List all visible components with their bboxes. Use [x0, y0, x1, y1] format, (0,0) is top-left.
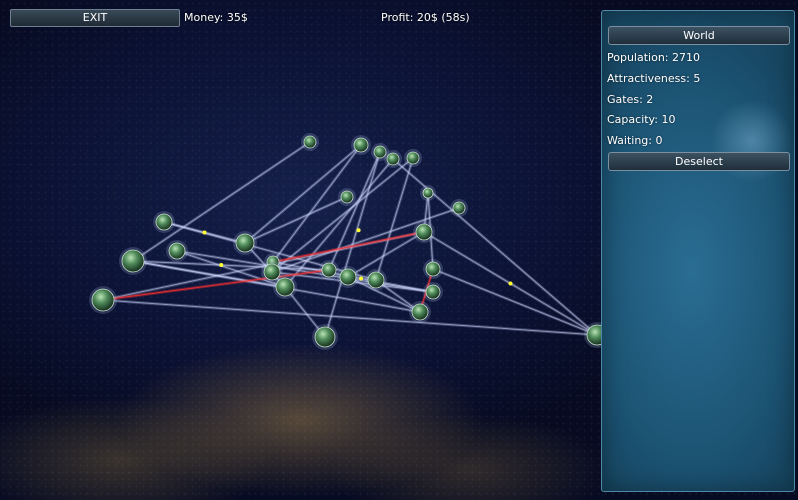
- gates-stat: Gates: 2: [607, 93, 654, 106]
- planet-node[interactable]: [153, 211, 175, 233]
- exit-button[interactable]: EXIT: [10, 9, 180, 27]
- planet-node[interactable]: [89, 286, 117, 314]
- deselect-button[interactable]: Deselect: [608, 152, 790, 171]
- planet-node[interactable]: [233, 231, 257, 255]
- cargo-ship: [219, 263, 224, 268]
- waiting-stat: Waiting: 0: [607, 134, 663, 147]
- planet-node[interactable]: [420, 185, 436, 201]
- cargo-ship: [508, 281, 513, 286]
- planet-node[interactable]: [338, 188, 356, 206]
- profit-display: Profit: 20$ (58s): [381, 11, 470, 24]
- planet-node[interactable]: [301, 133, 319, 151]
- route-line: [375, 157, 414, 281]
- money-display: Money: 35$: [184, 11, 248, 24]
- planet-node[interactable]: [413, 221, 435, 243]
- population-stat: Population: 2710: [607, 51, 700, 64]
- route-line: [244, 196, 348, 244]
- planet-node[interactable]: [319, 260, 339, 280]
- planet-node[interactable]: [409, 301, 431, 323]
- planet-node[interactable]: [351, 135, 371, 155]
- planet-node[interactable]: [450, 199, 468, 217]
- planet-node[interactable]: [273, 275, 297, 299]
- route-line: [328, 151, 381, 271]
- capacity-stat: Capacity: 10: [607, 113, 676, 126]
- route-line: [132, 141, 311, 262]
- route-line: [271, 157, 414, 273]
- cargo-ship: [356, 228, 361, 233]
- planet-node[interactable]: [312, 324, 338, 350]
- panel-title-world: World: [608, 26, 790, 45]
- planet-node[interactable]: [423, 259, 443, 279]
- planet-node[interactable]: [365, 269, 387, 291]
- cargo-ship: [359, 276, 363, 281]
- planet-node[interactable]: [166, 240, 188, 262]
- world-info-panel: World Population: 2710 Attractiveness: 5…: [601, 10, 795, 492]
- planet-node[interactable]: [119, 247, 147, 275]
- planet-node[interactable]: [384, 150, 402, 168]
- planet-node[interactable]: [404, 149, 422, 167]
- planet-node[interactable]: [337, 266, 359, 288]
- cargo-ship: [202, 230, 207, 235]
- planet-node[interactable]: [423, 282, 443, 302]
- attractiveness-stat: Attractiveness: 5: [607, 72, 701, 85]
